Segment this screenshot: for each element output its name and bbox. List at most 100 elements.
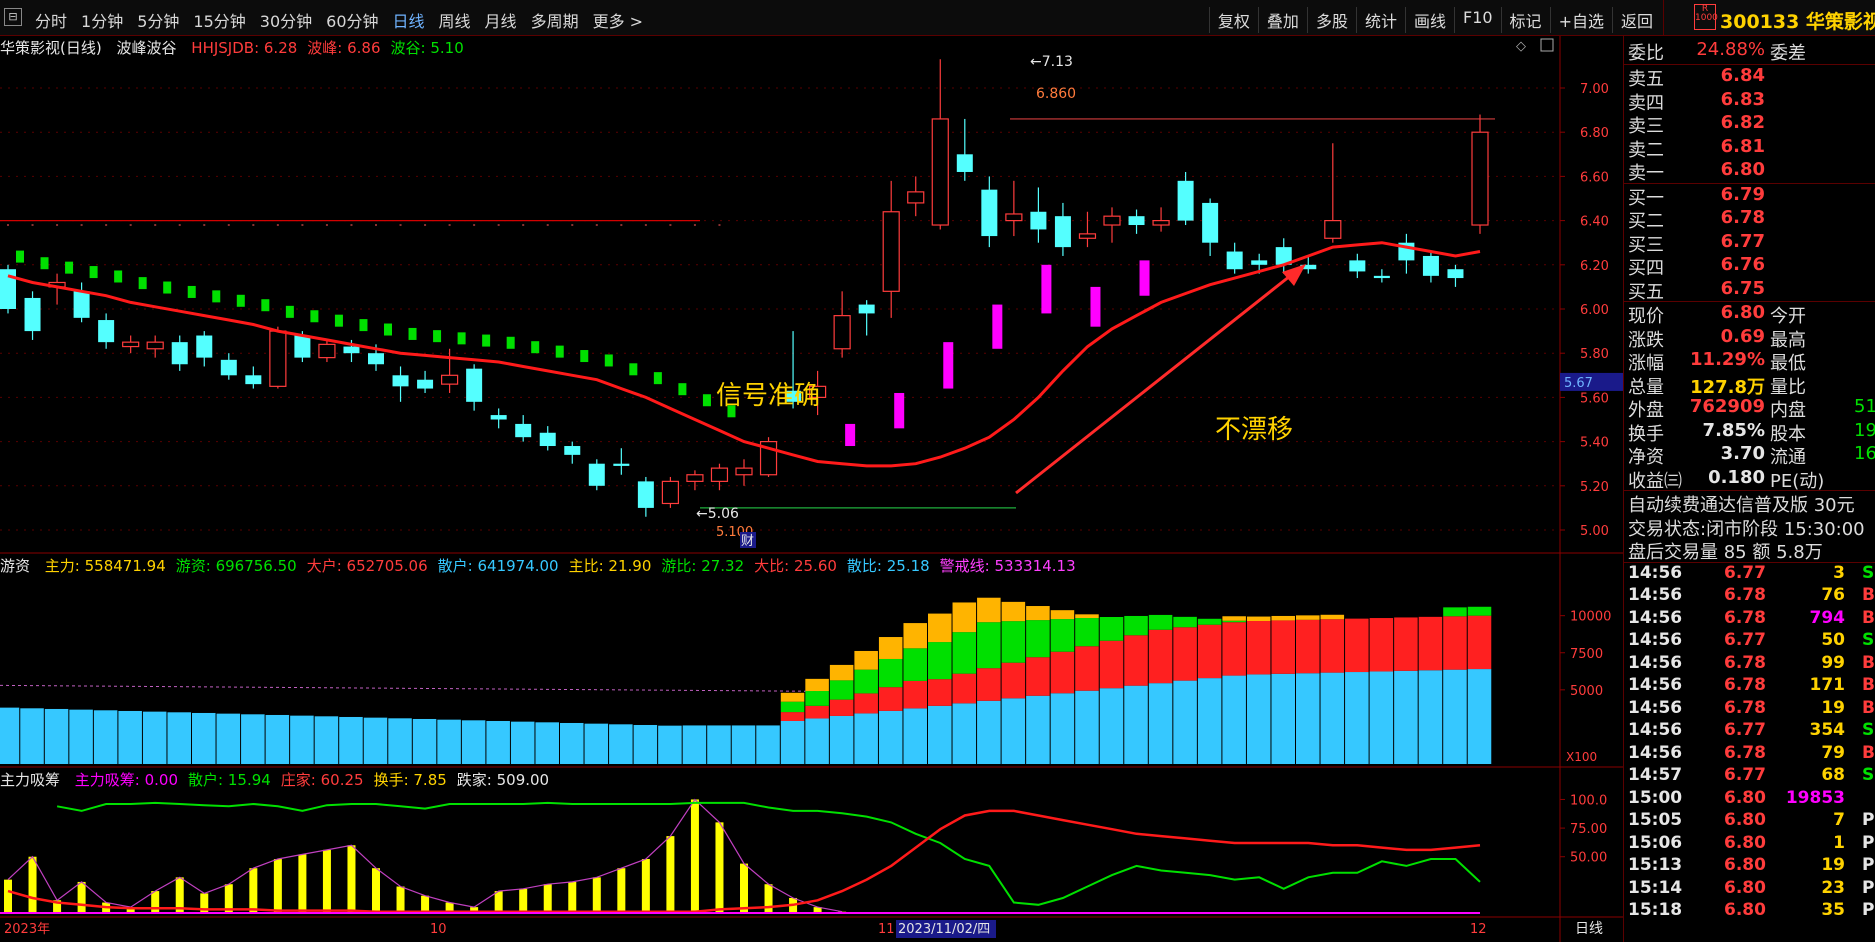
order-book-row[interactable]: 买五 6.75 — [1624, 278, 1875, 303]
candle-body — [98, 320, 115, 343]
retail-bar — [633, 724, 658, 764]
tick-price: 6.77 — [1724, 630, 1766, 650]
finance-tag[interactable]: 财 — [741, 534, 754, 549]
order-book-row[interactable]: 卖四 6.83 — [1624, 89, 1875, 114]
sub2-name[interactable]: 主力吸筹 — [0, 771, 60, 789]
y-tick-label: 7500 — [1570, 647, 1603, 662]
order-book-row[interactable]: 卖二 6.81 — [1624, 136, 1875, 161]
order-book-row[interactable]: 卖一 6.80 — [1624, 159, 1875, 184]
order-price: 6.77 — [1720, 230, 1765, 252]
period-tab[interactable]: 1分钟 — [74, 8, 130, 32]
y-tick-label: 5.40 — [1580, 436, 1609, 451]
panel-menu-icon[interactable] — [1540, 38, 1554, 52]
retail-bar — [1296, 673, 1320, 764]
order-book-row[interactable]: 买一 6.79 — [1624, 184, 1875, 209]
candle-body — [1128, 216, 1145, 226]
order-book-row[interactable]: 买二 6.78 — [1624, 207, 1875, 232]
tick-volume: 19853 — [1785, 787, 1845, 808]
tick-price: 6.78 — [1724, 675, 1766, 695]
action-button[interactable]: 多股 — [1306, 7, 1356, 33]
dot-mark — [644, 224, 647, 227]
stock-header: R 1000 300133 华策影视 — [1663, 0, 1875, 36]
tick-volume: 171 — [1809, 675, 1846, 695]
order-level-label: 买一 — [1628, 187, 1664, 209]
main-panel-title: 华策影视(日线) 波峰波谷 HHJSJDB: 6.28 波峰: 6.86 波谷: 5… — [0, 37, 484, 58]
weibi-value: 24.88% — [1696, 39, 1765, 60]
legend-item: 庄家: 60.25 — [280, 771, 364, 789]
period-tab[interactable]: 15分钟 — [186, 8, 252, 32]
tick-time: 15:06 — [1628, 832, 1683, 853]
chart-area[interactable]: 7.00 6.80 6.60 6.40 6.20 6.00 5.80 5.60 5.40 5.20… — [0, 36, 1623, 942]
period-tabs: ⊟ 分时 1分钟 5分钟 15分钟 30分钟 60分钟 日线 周线 月线 多周期 更多 > — [4, 8, 650, 32]
order-book-row[interactable]: 卖三 6.82 — [1624, 112, 1875, 137]
period-tab[interactable]: 月线 — [478, 8, 524, 32]
hotmoney-bar — [1026, 620, 1050, 658]
dot-mark — [620, 224, 623, 227]
rise-bar — [1139, 260, 1150, 296]
tick-time: 14:56 — [1628, 675, 1683, 695]
turnover-bar — [77, 881, 86, 914]
period-tab[interactable]: 分时 — [28, 8, 74, 32]
period-tab[interactable]: 30分钟 — [253, 8, 319, 32]
diamond-icon[interactable]: ◇ — [1516, 39, 1526, 54]
action-button[interactable]: 复权 — [1208, 7, 1258, 33]
stat-label: 收益㈢ — [1628, 470, 1682, 492]
turnover-bar — [372, 868, 380, 914]
stock-code-name[interactable]: 300133 华策影视 — [1720, 7, 1875, 34]
stat-label: 涨幅 — [1628, 353, 1664, 374]
candle-body — [1202, 202, 1219, 243]
action-button[interactable]: 叠加 — [1257, 7, 1307, 33]
retail-bar — [437, 719, 461, 764]
tick-volume: 99 — [1821, 652, 1845, 673]
dot-mark — [252, 224, 255, 227]
legend-item: 游比: 27.32 — [661, 557, 745, 575]
chart-svg[interactable]: 7.00 6.80 6.60 6.40 6.20 6.00 5.80 5.60 5.40 5.20… — [0, 36, 1623, 942]
action-button[interactable]: +自选 — [1549, 7, 1612, 33]
scale-tag: X100 — [1566, 750, 1597, 764]
order-book-row[interactable]: 买三 6.77 — [1624, 230, 1875, 256]
period-tab[interactable]: 多周期 — [524, 8, 586, 32]
stat-value: 0.180 — [1708, 466, 1765, 488]
action-button[interactable]: 标记 — [1500, 7, 1550, 33]
hotmoney-bar — [1467, 606, 1492, 616]
period-label[interactable]: 日线 — [1575, 921, 1603, 937]
tick-side: B — [1862, 742, 1875, 763]
retail-bar — [878, 710, 903, 764]
menu-icon[interactable]: ⊟ — [4, 8, 22, 26]
order-book-row[interactable]: 买四 6.76 — [1624, 254, 1875, 279]
indicator-name[interactable]: 波峰波谷 — [117, 39, 177, 57]
retail-bar — [118, 710, 142, 764]
period-tab[interactable]: 60分钟 — [319, 8, 385, 32]
legend-item: 主力: 558471.94 — [44, 557, 166, 575]
period-tab[interactable]: 5分钟 — [130, 8, 186, 32]
action-button[interactable]: 返回 — [1611, 7, 1661, 33]
signal-bar — [40, 257, 49, 270]
main-force-bar — [878, 637, 903, 659]
action-button[interactable]: F10 — [1453, 7, 1501, 33]
retail-bar — [265, 714, 290, 764]
period-tab[interactable]: 日线 — [386, 8, 432, 32]
candle-body — [956, 154, 973, 172]
dot-mark — [350, 224, 353, 227]
retail-bar — [584, 723, 609, 764]
bighand-bar — [1197, 624, 1222, 679]
tick-volume: 1 — [1833, 832, 1845, 853]
candle-body — [858, 304, 875, 314]
tick-time: 14:56 — [1628, 562, 1683, 583]
candle-body — [24, 297, 41, 332]
candle-body — [1177, 180, 1194, 221]
weibi-row: 委比 24.88% 委差 — [1624, 36, 1875, 64]
dot-mark — [375, 224, 377, 227]
sub1-name[interactable]: 游资 — [0, 557, 30, 575]
action-button[interactable]: 统计 — [1355, 7, 1405, 33]
order-book-row[interactable]: 卖五 6.84 — [1624, 65, 1875, 90]
retail-bar — [1443, 669, 1467, 764]
period-tab[interactable]: 更多 > — [586, 8, 651, 32]
signal-bar — [236, 294, 245, 307]
action-button[interactable]: 画线 — [1404, 7, 1454, 33]
tick-volume: 19 — [1821, 855, 1845, 875]
period-tab[interactable]: 周线 — [432, 8, 478, 32]
signal-bar — [433, 330, 442, 343]
tick-list[interactable]: 14:56 6.77 3 S 14:56 6.78 76 B 14:56 6.78 794 B 14:5… — [1624, 561, 1875, 923]
main-force-bar — [903, 623, 927, 649]
